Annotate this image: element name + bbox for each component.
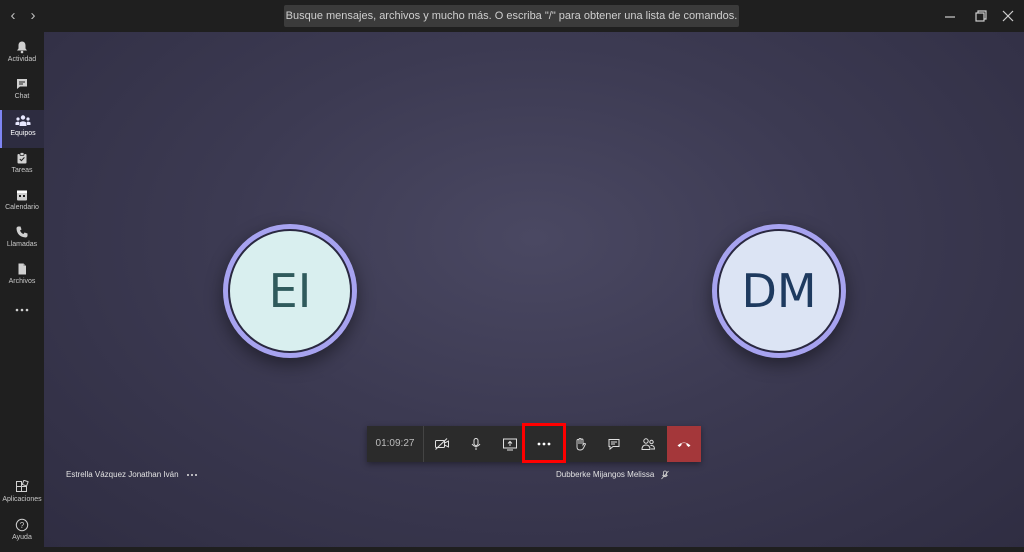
search-input[interactable]: Busque mensajes, archivos y mucho más. O… [284,5,739,27]
rail-item-chat[interactable]: Chat [0,73,44,111]
apps-icon [16,480,29,492]
phone-icon [16,226,28,238]
minimize-icon[interactable] [942,8,958,24]
camera-toggle-button[interactable] [425,426,459,462]
rail-item-more[interactable] [0,300,44,320]
hang-up-icon [677,442,691,447]
participant-name: Estrella Vázquez Jonathan Iván [66,470,179,479]
participant-name-tag: Estrella Vázquez Jonathan Iván [66,470,198,479]
rail-label: Tareas [11,167,33,174]
more-icon [15,308,29,312]
mic-icon [471,438,481,450]
participant-avatar[interactable]: EI [228,229,352,353]
bell-icon [17,41,27,54]
call-timer: 01:09:27 [367,426,424,462]
rail-item-equipos[interactable]: Equipos [0,110,44,148]
teams-icon [15,115,31,126]
rail-item-aplicaciones[interactable]: Aplicaciones [0,476,44,514]
participants-button[interactable] [631,426,665,462]
participant-name: Dubberke Mijangos Melissa [556,470,655,480]
camera-off-icon [435,438,449,450]
rail-label: Archivos [8,278,36,285]
close-icon[interactable] [1000,8,1016,24]
participant-avatar-ring: DM [712,224,846,358]
rail-item-ayuda[interactable]: ? Ayuda [0,514,44,552]
rail-label: Aplicaciones [2,496,42,503]
chat-icon [608,439,620,451]
restore-icon[interactable] [972,8,988,24]
rail-item-llamadas[interactable]: Llamadas [0,221,44,259]
rail-label: Ayuda [12,534,32,541]
rail-item-calendario[interactable]: Calendario [0,184,44,222]
rail-label: Chat [14,93,30,100]
participant-more-icon[interactable] [186,472,198,478]
raise-hand-button[interactable] [563,426,597,462]
participant-avatar[interactable]: DM [717,229,841,353]
participant-avatar-ring: EI [223,224,357,358]
rail-label: Llamadas [6,241,38,248]
back-arrow-icon[interactable]: ‹ [6,8,20,24]
chat-button[interactable] [597,426,631,462]
calendar-icon [17,190,27,201]
chat-icon [17,79,27,89]
hang-up-button[interactable] [667,426,701,462]
mic-muted-icon [660,470,669,480]
forward-arrow-icon[interactable]: › [26,8,40,24]
mic-toggle-button[interactable] [459,426,493,462]
rail-label: Equipos [10,130,36,137]
files-icon [18,263,26,275]
annotation-highlight-box [522,423,566,463]
tasks-icon [17,152,27,164]
rail-item-actividad[interactable]: Actividad [0,36,44,74]
help-icon: ? [15,518,29,532]
rail-label: Calendario [5,204,39,211]
participant-name-tag: Dubberke Mijangos Melissa [556,470,670,480]
svg-text:?: ? [20,521,25,530]
title-bar: ‹ › Busque mensajes, archivos y mucho má… [0,0,1024,32]
share-screen-icon [503,438,517,451]
rail-item-tareas[interactable]: Tareas [0,147,44,185]
app-bar: Actividad Chat Equipos Tareas Calendario… [0,32,44,547]
rail-item-archivos[interactable]: Archivos [0,258,44,296]
raise-hand-icon [576,438,587,451]
participants-icon [641,438,656,450]
rail-label: Actividad [7,56,37,63]
